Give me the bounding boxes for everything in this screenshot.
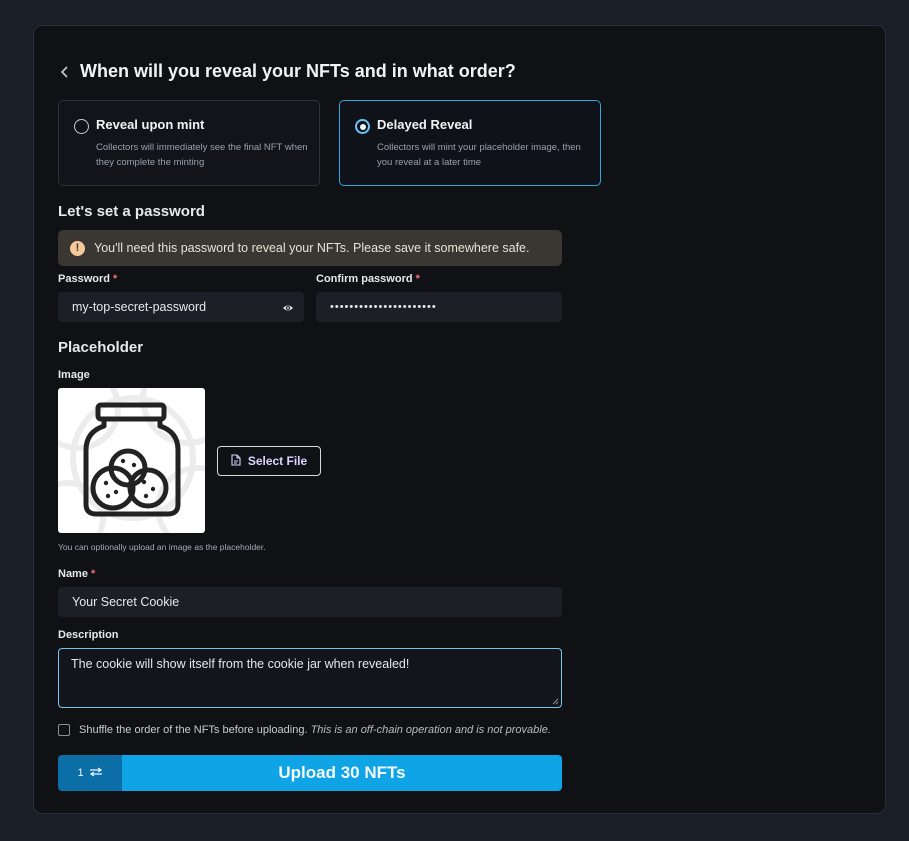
option-title: Delayed Reveal [377,117,473,132]
option-title: Reveal upon mint [96,117,205,132]
name-label: Name * [58,568,96,580]
placeholder-section-title: Placeholder [58,339,144,356]
swap-icon [89,766,103,780]
reveal-upon-mint-radio[interactable] [74,119,89,134]
shuffle-option: Shuffle the order of the NFTs before upl… [58,724,551,736]
reveal-upon-mint-option[interactable]: Reveal upon mint Collectors will immedia… [58,100,320,186]
placeholder-image-preview[interactable] [58,388,205,533]
header: When will you reveal your NFTs and in wh… [58,61,516,82]
upload-controls: 1 Upload 30 NFTs [58,755,562,791]
warning-icon: ! [70,240,85,256]
confirm-password-label: Confirm password * [316,273,420,285]
cookie-jar-icon [58,388,205,533]
name-input[interactable]: Your Secret Cookie [58,587,562,617]
batch-size-button[interactable]: 1 [58,755,122,791]
password-warning-alert: ! You'll need this password to reveal yo… [58,230,562,266]
password-section-title: Let's set a password [58,203,205,220]
option-description: Collectors will mint your placeholder im… [377,142,581,168]
eye-icon[interactable] [282,302,294,314]
shuffle-note: This is an off-chain operation and is no… [310,724,551,736]
confirm-password-input[interactable]: •••••••••••••••••••••• [316,292,562,322]
alert-text: You'll need this password to reveal your… [94,241,530,255]
shuffle-label: Shuffle the order of the NFTs before upl… [79,724,551,736]
option-description: Collectors will immediately see the fina… [96,142,308,168]
image-label: Image [58,369,90,381]
chevron-left-icon[interactable] [58,65,72,79]
upload-nfts-button[interactable]: Upload 30 NFTs [122,755,562,791]
description-textarea[interactable]: The cookie will show itself from the coo… [58,648,562,708]
delayed-reveal-radio[interactable] [355,119,370,134]
file-icon [231,453,241,469]
reveal-settings-card: When will you reveal your NFTs and in wh… [33,25,886,814]
required-mark: * [415,273,420,285]
shuffle-checkbox[interactable] [58,724,70,736]
required-mark: * [113,273,118,285]
select-file-button[interactable]: Select File [217,446,321,476]
page-title: When will you reveal your NFTs and in wh… [80,61,516,81]
delayed-reveal-option[interactable]: Delayed Reveal Collectors will mint your… [339,100,601,186]
password-input[interactable]: my-top-secret-password [58,292,304,322]
image-hint: You can optionally upload an image as th… [58,542,266,552]
resize-handle-icon[interactable] [552,698,559,705]
required-mark: * [91,568,96,580]
password-label: Password * [58,273,118,285]
description-label: Description [58,629,119,641]
